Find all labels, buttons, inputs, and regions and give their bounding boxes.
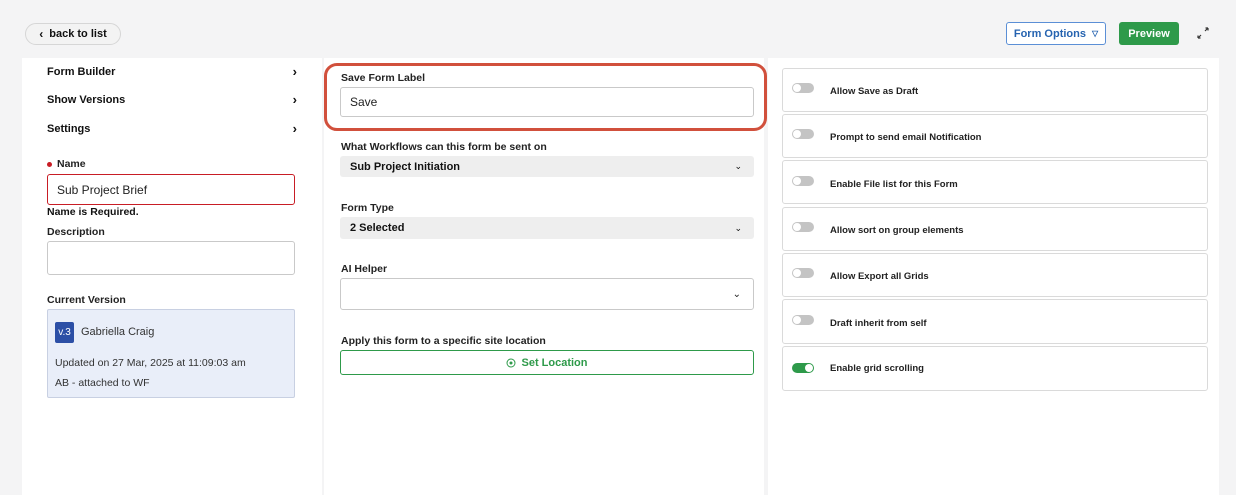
version-author: Gabriella Craig <box>81 326 155 338</box>
workflows-selected-value: Sub Project Initiation <box>350 160 461 173</box>
preview-button[interactable]: Preview <box>1119 22 1179 45</box>
workflows-select[interactable]: Sub Project Initiation ⌄ <box>340 156 754 177</box>
option-label: Enable grid scrolling <box>830 363 924 374</box>
set-location-label: Set Location <box>521 356 588 369</box>
chevron-right-icon: › <box>292 64 297 79</box>
ai-helper-select[interactable]: ⌄ <box>340 278 754 310</box>
form-type-label: Form Type <box>341 202 394 214</box>
form-type-selected-value: 2 Selected <box>350 222 405 234</box>
chevron-right-icon: › <box>292 92 297 107</box>
location-target-icon <box>506 358 516 367</box>
option-allow-save-as-draft: Allow Save as Draft <box>782 68 1208 112</box>
workflows-label: What Workflows can this form be sent on <box>341 141 547 153</box>
description-field[interactable] <box>47 241 295 275</box>
sidebar-item-settings[interactable]: Settings › <box>47 121 297 136</box>
option-enable-file-list: Enable File list for this Form <box>782 160 1208 204</box>
option-label: Allow sort on group elements <box>830 225 964 236</box>
toggle-switch[interactable] <box>792 315 814 325</box>
location-label: Apply this form to a specific site locat… <box>341 335 546 347</box>
version-updated-date: Updated on 27 Mar, 2025 at 11:09:03 am <box>55 357 246 369</box>
form-options-panel: Allow Save as Draft Prompt to send email… <box>768 58 1219 495</box>
option-label: Draft inherit from self <box>830 318 927 329</box>
form-options-dropdown[interactable]: Form Options ▽ <box>1006 22 1106 45</box>
option-draft-inherit-from-self: Draft inherit from self <box>782 299 1208 344</box>
description-label: Description <box>47 226 105 238</box>
set-location-button[interactable]: Set Location <box>340 350 754 375</box>
option-allow-export-all-grids: Allow Export all Grids <box>782 253 1208 297</box>
option-label: Prompt to send email Notification <box>830 132 982 143</box>
toggle-switch[interactable] <box>792 268 814 278</box>
toggle-switch[interactable] <box>792 363 814 373</box>
chevron-down-icon: ⌄ <box>734 161 742 171</box>
required-indicator <box>47 161 52 167</box>
option-prompt-email-notification: Prompt to send email Notification <box>782 114 1208 158</box>
form-options-label: Form Options <box>1013 27 1086 40</box>
chevron-down-icon: ⌄ <box>732 288 741 300</box>
chevron-left-icon: ‹ <box>39 27 44 41</box>
current-version-card: v.3 Gabriella Craig Updated on 27 Mar, 2… <box>47 309 295 398</box>
left-panel: Form Builder › Show Versions › Settings … <box>22 58 322 495</box>
version-note: AB - attached to WF <box>55 377 150 389</box>
name-field-label: Name <box>47 158 86 170</box>
back-to-list-button[interactable]: ‹ back to list <box>25 23 121 45</box>
toggle-switch[interactable] <box>792 222 814 232</box>
sidebar-item-label: Form Builder <box>47 65 116 78</box>
sidebar-item-label: Show Versions <box>47 93 126 106</box>
option-enable-grid-scrolling: Enable grid scrolling <box>782 346 1208 391</box>
sidebar-item-label: Settings <box>47 122 91 135</box>
toggle-switch[interactable] <box>792 129 814 139</box>
chevron-down-icon: ▽ <box>1091 29 1099 38</box>
sidebar-item-show-versions[interactable]: Show Versions › <box>47 92 297 107</box>
current-version-label: Current Version <box>47 294 126 306</box>
name-error-message: Name is Required. <box>47 206 139 218</box>
chevron-down-icon: ⌄ <box>734 222 742 233</box>
option-label: Enable File list for this Form <box>830 179 958 190</box>
save-form-label-highlight <box>324 63 767 131</box>
sidebar-item-form-builder[interactable]: Form Builder › <box>47 64 297 79</box>
toggle-switch[interactable] <box>792 83 814 93</box>
option-allow-sort-group-elements: Allow sort on group elements <box>782 207 1208 251</box>
option-label: Allow Save as Draft <box>830 86 919 97</box>
option-label: Allow Export all Grids <box>830 271 929 282</box>
chevron-right-icon: › <box>292 121 297 136</box>
form-type-select[interactable]: 2 Selected ⌄ <box>340 217 754 239</box>
back-to-list-label: back to list <box>49 28 107 40</box>
toggle-switch[interactable] <box>792 176 814 186</box>
ai-helper-label: AI Helper <box>341 263 388 275</box>
expand-icon[interactable] <box>1196 26 1210 40</box>
version-badge: v.3 <box>55 322 74 343</box>
name-field[interactable]: Sub Project Brief <box>47 174 295 205</box>
